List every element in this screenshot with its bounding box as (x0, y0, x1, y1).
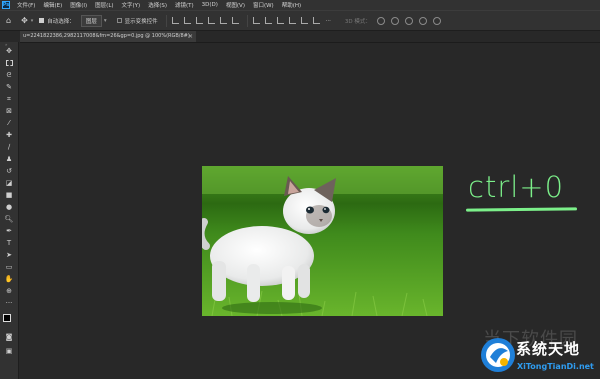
more-options-icon[interactable]: ··· (326, 18, 331, 24)
menu-file[interactable]: 文件(F) (13, 1, 39, 9)
screen-mode-icon[interactable]: ▣ (4, 346, 14, 356)
home-icon[interactable]: ⌂ (6, 16, 11, 25)
close-icon[interactable]: × (188, 31, 193, 42)
move-icon[interactable]: ✥ (4, 46, 14, 56)
menu-layer[interactable]: 图层(L) (91, 1, 117, 9)
align-hcenter-icon[interactable] (219, 17, 227, 24)
eraser-icon[interactable]: ◪ (4, 178, 14, 188)
frame-icon[interactable]: ⊠ (4, 106, 14, 116)
auto-select-value[interactable]: 图层 (80, 14, 102, 27)
move-tool-icon[interactable]: ✥ (21, 16, 28, 25)
more-tools-icon[interactable]: ··· (4, 298, 14, 308)
hand-icon[interactable]: ✋ (4, 274, 14, 284)
chevron-down-icon[interactable]: ▾ (31, 18, 34, 24)
brush-icon[interactable]: ∕ (4, 142, 14, 152)
distribute-left-icon[interactable] (288, 17, 296, 24)
distribute-hcenter-icon[interactable] (300, 17, 308, 24)
divider (165, 14, 167, 27)
eyedropper-icon[interactable]: ⁄ (4, 118, 14, 128)
align-right-icon[interactable] (231, 17, 239, 24)
distribute-bottom-icon[interactable] (276, 17, 284, 24)
rectangle-icon[interactable]: ▭ (4, 262, 14, 272)
align-left-icon[interactable] (207, 17, 215, 24)
marquee-icon[interactable] (4, 58, 14, 68)
divider (246, 14, 248, 27)
menu-type[interactable]: 文字(Y) (118, 1, 145, 9)
scale-3d-icon[interactable] (432, 16, 441, 25)
distribute-right-icon[interactable] (312, 17, 320, 24)
distribute-vcenter-icon[interactable] (264, 17, 272, 24)
document-tab-bar: u=2241822386,2982117008&fm=26&gp=0.jpg @… (20, 31, 600, 43)
dropdown-chevron-icon: ▾ (103, 17, 107, 24)
kitten-photo (202, 166, 443, 316)
menu-3d[interactable]: 3D(D) (198, 2, 222, 8)
menu-help[interactable]: 帮助(H) (278, 1, 305, 9)
auto-select-dropdown[interactable]: 图层 ▾ (80, 14, 107, 27)
align-bottom-icon[interactable] (195, 17, 203, 24)
orbit-3d-icon[interactable] (376, 16, 385, 25)
photoshop-logo: Ps (2, 1, 10, 9)
menu-select[interactable]: 选择(S) (144, 1, 171, 9)
roll-3d-icon[interactable] (390, 16, 399, 25)
quick-mask-icon[interactable]: ◙ (4, 332, 14, 342)
auto-select-option[interactable]: 自动选择： (39, 17, 75, 25)
clone-stamp-icon[interactable]: ♟ (4, 154, 14, 164)
drag-3d-icon[interactable] (404, 16, 413, 25)
quick-select-icon[interactable]: ✎ (4, 82, 14, 92)
type-icon[interactable]: T (4, 238, 14, 248)
menu-window[interactable]: 窗口(W) (249, 1, 278, 9)
shortcut-annotation: ctrl+0 (468, 170, 565, 204)
menu-view[interactable]: 视图(V) (222, 1, 249, 9)
menu-filter[interactable]: 滤镜(T) (171, 1, 198, 9)
dodge-icon[interactable]: 🔍︎ (4, 214, 14, 224)
menu-edit[interactable]: 编辑(E) (39, 1, 66, 9)
menu-bar: Ps 文件(F) 编辑(E) 图像(I) 图层(L) 文字(Y) 选择(S) 滤… (0, 0, 600, 10)
lasso-icon[interactable]: ᘓ (4, 70, 14, 80)
path-select-icon[interactable]: ➤ (4, 250, 14, 260)
document-tab[interactable]: u=2241822386,2982117008&fm=26&gp=0.jpg @… (20, 31, 196, 42)
options-bar: ⌂ ✥ ▾ 自动选择： 图层 ▾ 显示变换控件 ··· 3D 模式： (0, 10, 600, 31)
align-top-icon[interactable] (171, 17, 179, 24)
healing-brush-icon[interactable]: ✚ (4, 130, 14, 140)
foreground-color-swatch[interactable] (3, 314, 11, 322)
align-vcenter-icon[interactable] (183, 17, 191, 24)
watermark-url: XiTongTianDi.net (517, 362, 594, 371)
auto-select-checkbox[interactable] (39, 18, 45, 23)
auto-select-label: 自动选择： (47, 18, 75, 25)
document-tab-title: u=2241822386,2982117008&fm=26&gp=0.jpg @… (23, 33, 190, 39)
gradient-icon[interactable]: ■ (4, 190, 14, 200)
pen-icon[interactable]: ✒ (4, 226, 14, 236)
slide-3d-icon[interactable] (418, 16, 427, 25)
watermark-title: 系统天地 (516, 340, 581, 358)
show-transform-option[interactable]: 显示变换控件 (116, 17, 158, 25)
color-swatch-icon[interactable] (3, 314, 16, 327)
show-transform-checkbox[interactable] (116, 18, 122, 23)
watermark-logo-icon (478, 335, 518, 375)
distribute-top-icon[interactable] (252, 17, 260, 24)
menu-image[interactable]: 图像(I) (66, 1, 91, 9)
crop-icon[interactable]: ⌗ (4, 94, 14, 104)
show-transform-label: 显示变换控件 (124, 18, 158, 25)
zoom-icon[interactable]: ⊕ (4, 286, 14, 296)
blur-icon[interactable]: ● (4, 202, 14, 212)
history-brush-icon[interactable]: ↺ (4, 166, 14, 176)
tools-panel: » ✥ ᘓ ✎ ⌗ ⊠ ⁄ ✚ ∕ ♟ ↺ ◪ ■ ● 🔍︎ ✒ T ➤ ▭ ✋… (0, 42, 19, 379)
mode-3d-label: 3D 模式： (344, 18, 371, 25)
